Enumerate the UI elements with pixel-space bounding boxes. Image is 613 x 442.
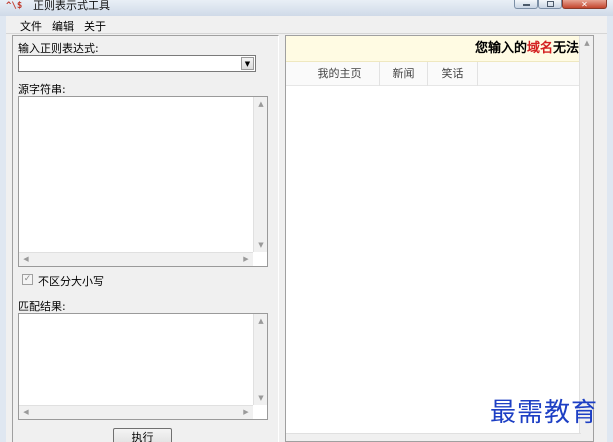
- source-vertical-scrollbar[interactable]: ▲ ▼: [253, 97, 267, 252]
- source-textarea[interactable]: ▲ ▼ ◀ ▶: [18, 96, 268, 267]
- tab-jokes[interactable]: 笑话: [428, 62, 478, 86]
- scroll-down-icon[interactable]: ▼: [254, 392, 268, 404]
- minimize-icon: [522, 4, 530, 6]
- browser-vertical-scrollbar[interactable]: ▲: [579, 36, 593, 441]
- result-vertical-scrollbar[interactable]: ▲ ▼: [253, 314, 267, 405]
- tab-my-home[interactable]: 我的主页: [300, 62, 380, 86]
- ignore-case-checkbox[interactable]: ✓: [22, 274, 33, 285]
- menu-about[interactable]: 关于: [84, 18, 106, 34]
- window-title: 正则表示式工具: [33, 0, 110, 12]
- result-textarea[interactable]: ▲ ▼ ◀ ▶: [18, 313, 268, 420]
- menu-edit[interactable]: 编辑: [52, 18, 74, 34]
- notice-prefix: 您输入的: [474, 41, 527, 56]
- minimize-button[interactable]: [514, 0, 538, 9]
- browser-panel: 您输入的域名无法 我的主页 新闻 笑话 ▲: [285, 35, 594, 442]
- close-icon: ✕: [581, 0, 588, 9]
- scroll-down-icon[interactable]: ▼: [254, 239, 268, 251]
- watermark-text: 最需教育: [490, 398, 599, 428]
- combo-dropdown-icon[interactable]: ▼: [241, 57, 254, 70]
- scroll-up-icon[interactable]: ▲: [254, 98, 268, 110]
- maximize-icon: [546, 1, 554, 7]
- notice-highlight: 域名: [526, 41, 553, 56]
- result-horizontal-scrollbar[interactable]: ◀ ▶: [19, 405, 253, 419]
- scroll-right-icon[interactable]: ▶: [239, 406, 253, 418]
- scroll-left-icon[interactable]: ◀: [19, 253, 33, 265]
- browser-horizontal-scrollbar[interactable]: [286, 433, 581, 441]
- ignore-case-label: 不区分大小写: [38, 275, 104, 288]
- menu-bar: 文件 编辑 关于: [6, 16, 607, 34]
- result-label: 匹配结果:: [18, 300, 66, 313]
- error-notice: 您输入的域名无法: [286, 36, 581, 62]
- source-label: 源字符串:: [18, 83, 66, 96]
- notice-suffix: 无法: [552, 41, 579, 56]
- scroll-up-icon[interactable]: ▲: [254, 315, 268, 327]
- app-icon: ^\$: [6, 1, 23, 11]
- maximize-button[interactable]: [538, 0, 562, 9]
- scroll-left-icon[interactable]: ◀: [19, 406, 33, 418]
- execute-button[interactable]: 执行: [113, 428, 172, 442]
- tab-news[interactable]: 新闻: [380, 62, 428, 86]
- menu-file[interactable]: 文件: [20, 18, 42, 34]
- scroll-right-icon[interactable]: ▶: [239, 253, 253, 265]
- regex-combobox[interactable]: ▼: [18, 55, 256, 72]
- regex-label: 输入正则表达式:: [18, 42, 99, 55]
- scroll-up-icon[interactable]: ▲: [580, 37, 594, 49]
- title-bar[interactable]: ^\$ 正则表示式工具 ✕: [0, 0, 613, 16]
- source-horizontal-scrollbar[interactable]: ◀ ▶: [19, 252, 253, 266]
- close-button[interactable]: ✕: [562, 0, 607, 9]
- nav-tabs: 我的主页 新闻 笑话: [286, 62, 581, 86]
